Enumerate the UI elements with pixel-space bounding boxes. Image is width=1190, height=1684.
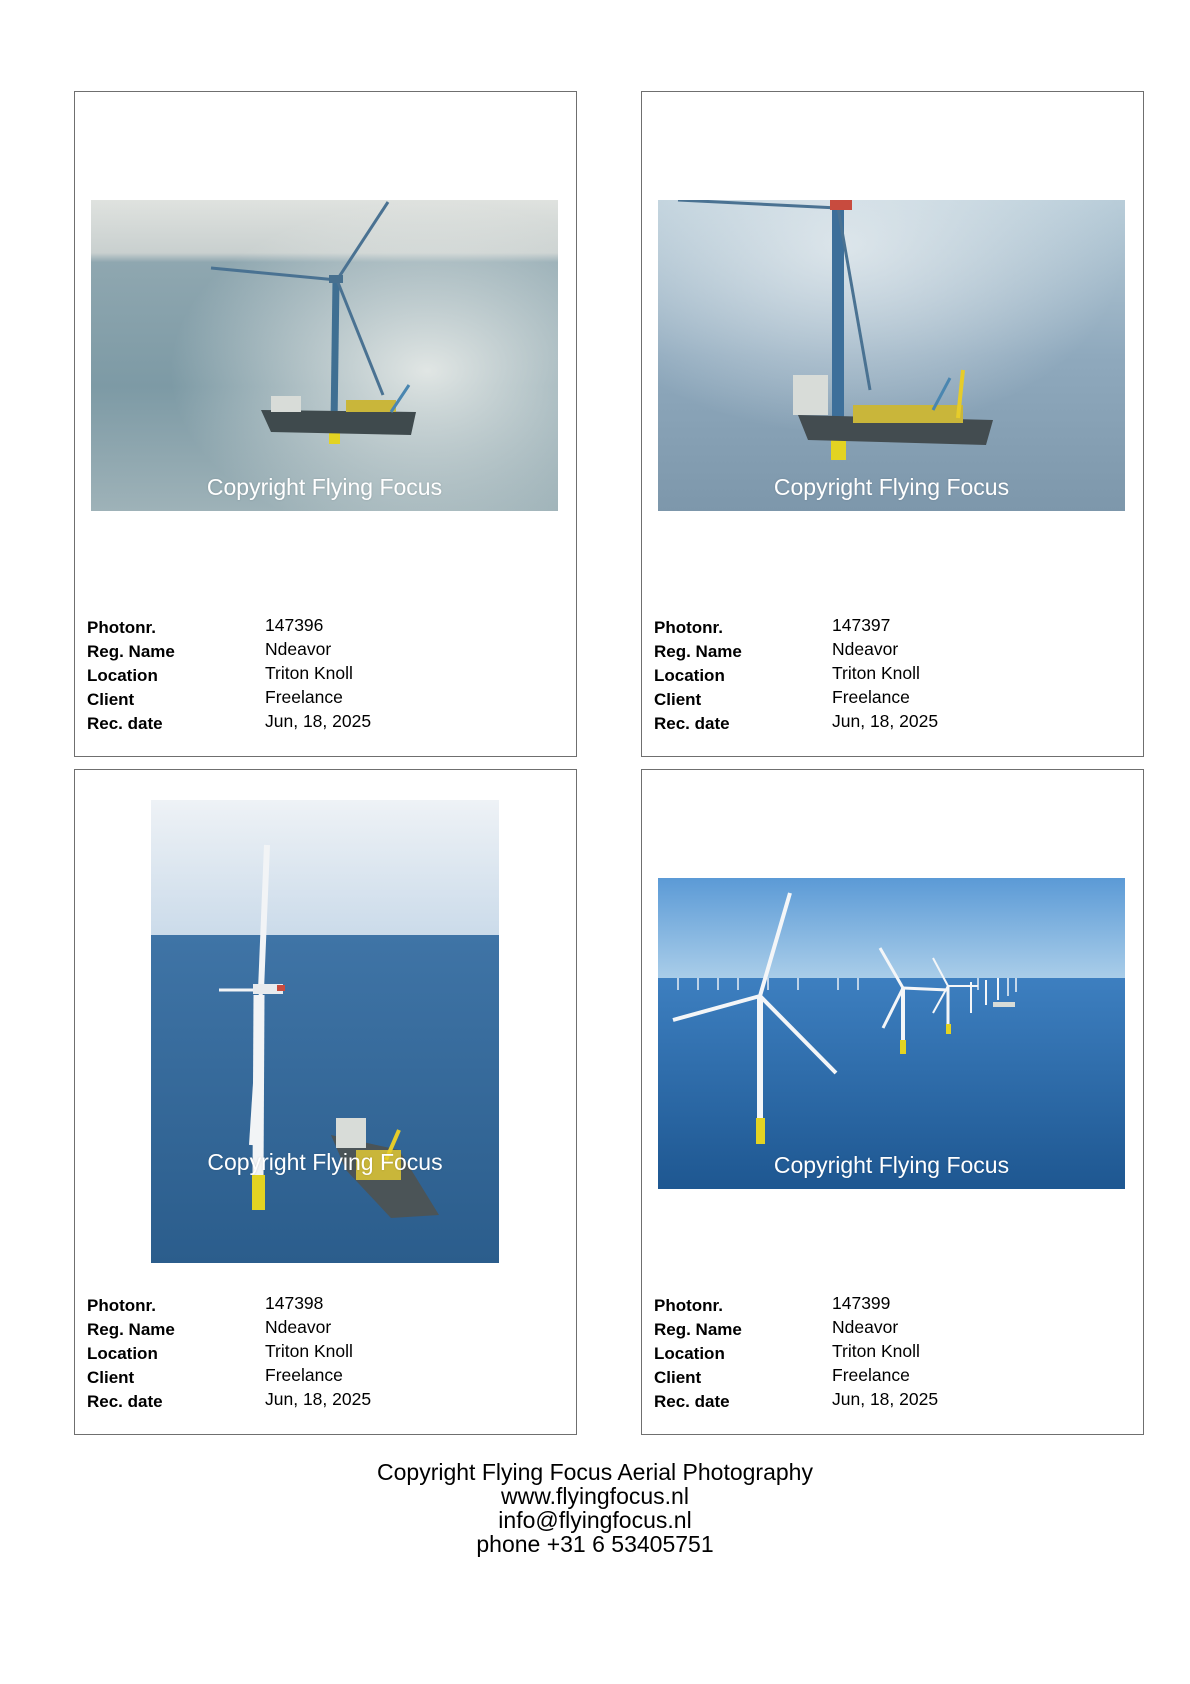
footer-website-link[interactable]: www.flyingfocus.nl [0, 1484, 1190, 1508]
reg-name-label: Reg. Name [654, 642, 742, 661]
reg-name-value: Ndeavor [832, 1317, 899, 1337]
rec-date-value: Jun, 18, 2025 [832, 711, 939, 731]
reg-name-value: Ndeavor [832, 639, 899, 659]
location-label: Location [87, 1344, 158, 1363]
photo-turbine-vessel-1: Copyright Flying Focus [91, 200, 558, 511]
client-label: Client [87, 1368, 135, 1387]
photo-card-3: Copyright Flying Focus Photonr. 147398 Re… [74, 769, 577, 1435]
photonr-value: 147399 [832, 1293, 891, 1313]
photonr-value: 147396 [265, 615, 324, 635]
location-label: Location [87, 666, 158, 685]
photonr-label: Photonr. [654, 618, 723, 637]
reg-name-value: Ndeavor [265, 1317, 332, 1337]
watermark: Copyright Flying Focus [773, 1152, 1010, 1178]
location-value: Triton Knoll [265, 663, 353, 683]
client-value: Freelance [265, 687, 343, 707]
photonr-label: Photonr. [87, 618, 156, 637]
photo-turbine-vessel-3: Copyright Flying Focus [151, 800, 499, 1263]
rec-date-value: Jun, 18, 2025 [265, 711, 372, 731]
photo-turbine-vessel-2: Copyright Flying Focus [658, 200, 1125, 511]
watermark: Copyright Flying Focus [773, 474, 1010, 500]
client-label: Client [654, 1368, 702, 1387]
location-label: Location [654, 1344, 725, 1363]
reg-name-label: Reg. Name [87, 1320, 175, 1339]
reg-name-label: Reg. Name [87, 642, 175, 661]
footer-email-link[interactable]: info@flyingfocus.nl [0, 1508, 1190, 1532]
photo-metadata: Photonr. 147399 Reg. Name Ndeavor Location… [654, 1293, 1124, 1413]
photo-card-1: Copyright Flying Focus Photonr. 147396 Re… [74, 91, 577, 757]
rec-date-label: Rec. date [654, 714, 730, 733]
rec-date-label: Rec. date [87, 714, 163, 733]
location-value: Triton Knoll [832, 1341, 920, 1361]
reg-name-label: Reg. Name [654, 1320, 742, 1339]
photo-card-4: Copyright Flying Focus Photonr. 147399 Re… [641, 769, 1144, 1435]
rec-date-label: Rec. date [87, 1392, 163, 1411]
client-value: Freelance [832, 1365, 910, 1385]
rec-date-value: Jun, 18, 2025 [832, 1389, 939, 1409]
photo-wind-farm: Copyright Flying Focus [658, 878, 1125, 1189]
client-value: Freelance [265, 1365, 343, 1385]
photo-metadata: Photonr. 147397 Reg. Name Ndeavor Location… [654, 615, 1124, 735]
photonr-label: Photonr. [87, 1296, 156, 1315]
location-value: Triton Knoll [832, 663, 920, 683]
location-value: Triton Knoll [265, 1341, 353, 1361]
photonr-value: 147398 [265, 1293, 324, 1313]
rec-date-label: Rec. date [654, 1392, 730, 1411]
footer-contact: Copyright Flying Focus Aerial Photograph… [0, 1460, 1190, 1556]
watermark: Copyright Flying Focus [206, 474, 443, 500]
reg-name-value: Ndeavor [265, 639, 332, 659]
photo-card-2: Copyright Flying Focus Photonr. 147397 Re… [641, 91, 1144, 757]
footer-copyright: Copyright Flying Focus Aerial Photograph… [377, 1459, 813, 1485]
footer-phone: phone +31 6 53405751 [476, 1531, 714, 1557]
location-label: Location [654, 666, 725, 685]
photo-metadata: Photonr. 147396 Reg. Name Ndeavor Location… [87, 615, 557, 735]
rec-date-value: Jun, 18, 2025 [265, 1389, 372, 1409]
photonr-label: Photonr. [654, 1296, 723, 1315]
client-label: Client [654, 690, 702, 709]
watermark: Copyright Flying Focus [207, 1149, 443, 1175]
photo-metadata: Photonr. 147398 Reg. Name Ndeavor Location… [87, 1293, 557, 1413]
photonr-value: 147397 [832, 615, 891, 635]
client-label: Client [87, 690, 135, 709]
client-value: Freelance [832, 687, 910, 707]
